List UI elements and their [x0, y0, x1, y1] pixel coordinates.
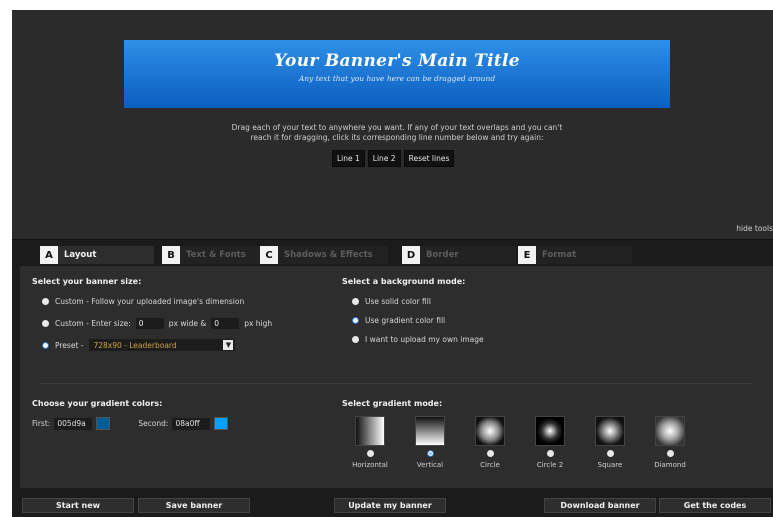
size-option-custom-enter[interactable]: Custom - Enter size: 0 px wide & 0 px hi… — [42, 318, 272, 329]
tab-border[interactable]: D Border — [402, 244, 516, 266]
tab-bar: A Layout B Text & Fonts C Shadows & Effe… — [40, 244, 760, 266]
radio-gradient[interactable] — [352, 317, 359, 324]
radio-solid[interactable] — [352, 298, 359, 305]
size-option-preset[interactable]: Preset - 728x90 - Leaderboard ▼ — [42, 339, 236, 351]
tab-format[interactable]: E Format — [518, 244, 632, 266]
banner-subtitle-text[interactable]: Any text that you have here can be dragg… — [124, 74, 670, 83]
first-color-swatch[interactable] — [96, 417, 111, 430]
gradient-mode-label: Vertical — [416, 461, 444, 469]
banner-size-title: Select your banner size: — [32, 277, 142, 286]
preset-select-value: 728x90 - Leaderboard — [93, 340, 177, 350]
radio-circle[interactable] — [486, 450, 494, 457]
layout-panel: Select your banner size: Custom - Follow… — [20, 266, 773, 488]
width-input[interactable]: 0 — [135, 318, 164, 329]
tab-label-border: Border — [420, 246, 516, 264]
second-color-swatch[interactable] — [214, 417, 229, 430]
gradient-mode-title: Select gradient mode: — [342, 399, 443, 408]
download-banner-button[interactable]: Download banner — [544, 498, 656, 513]
background-mode-title: Select a background mode: — [342, 277, 466, 286]
gradient-mode-vertical[interactable]: Vertical — [400, 416, 460, 469]
line-1-button[interactable]: Line 1 — [332, 150, 365, 167]
vertical-gradient-preview — [415, 416, 445, 446]
preview-area: Your Banner's Main Title Any text that y… — [12, 10, 773, 240]
tab-shadows-effects[interactable]: C Shadows & Effects — [260, 244, 388, 266]
gradient-mode-diamond[interactable]: Diamond — [640, 416, 700, 469]
gradient-mode-label: Horizontal — [352, 461, 388, 469]
chevron-down-icon[interactable]: ▼ — [223, 340, 234, 350]
radio-horizontal[interactable] — [366, 450, 374, 457]
hide-tools-link[interactable]: hide tools — [736, 224, 773, 233]
background-option-solid-label: Use solid color fill — [365, 297, 431, 306]
background-option-gradient-label: Use gradient color fill — [365, 316, 446, 325]
circle-gradient-preview — [475, 416, 505, 446]
tab-layout[interactable]: A Layout — [40, 244, 154, 266]
background-option-gradient[interactable]: Use gradient color fill — [352, 316, 445, 325]
background-option-upload[interactable]: I want to upload my own image — [352, 335, 484, 344]
tab-letter-c: C — [260, 246, 278, 264]
line-2-button[interactable]: Line 2 — [367, 150, 401, 167]
radio-square[interactable] — [606, 450, 614, 457]
gradient-mode-square[interactable]: Square — [580, 416, 640, 469]
start-new-button[interactable]: Start new — [22, 498, 134, 513]
px-high-label: px high — [244, 319, 273, 328]
tab-letter-b: B — [162, 246, 180, 264]
tab-text-fonts[interactable]: B Text & Fonts — [162, 244, 276, 266]
size-option-custom-image[interactable]: Custom - Follow your uploaded image's di… — [42, 297, 244, 306]
gradient-mode-circle-2[interactable]: Circle 2 — [520, 416, 580, 469]
gradient-colors-title: Choose your gradient colors: — [32, 399, 163, 408]
circle-2-gradient-preview — [535, 416, 565, 446]
gradient-mode-horizontal[interactable]: Horizontal — [340, 416, 400, 469]
first-color-input[interactable]: 005d9a — [54, 417, 93, 430]
banner-title-text[interactable]: Your Banner's Main Title — [124, 51, 670, 71]
background-option-upload-label: I want to upload my own image — [365, 335, 484, 344]
second-color-input[interactable]: 08a0ff — [172, 417, 211, 430]
size-option-preset-label: Preset - — [55, 340, 84, 350]
instructions-line-1: Drag each of your text to anywhere you w… — [231, 123, 563, 132]
tab-letter-e: E — [518, 246, 536, 264]
px-wide-label: px wide & — [168, 319, 207, 328]
gradient-color-row: First: 005d9a Second: 08a0ff — [32, 417, 229, 430]
horizontal-gradient-preview — [355, 416, 385, 446]
reset-lines-button[interactable]: Reset lines — [403, 150, 455, 167]
second-color-label: Second: — [138, 419, 169, 428]
banner-maker-app: Your Banner's Main Title Any text that y… — [12, 10, 773, 517]
save-banner-button[interactable]: Save banner — [138, 498, 250, 513]
preset-select[interactable]: 728x90 - Leaderboard ▼ — [89, 339, 236, 351]
square-gradient-preview — [595, 416, 625, 446]
radio-upload[interactable] — [352, 336, 359, 343]
gradient-mode-label: Circle 2 — [536, 461, 564, 469]
tab-label-layout: Layout — [58, 246, 154, 264]
line-buttons: Line 1 Line 2 Reset lines — [332, 150, 455, 167]
background-option-solid[interactable]: Use solid color fill — [352, 297, 431, 306]
tab-label-shadows-effects: Shadows & Effects — [278, 246, 388, 264]
radio-diamond[interactable] — [666, 450, 674, 457]
size-option-custom-image-label: Custom - Follow your uploaded image's di… — [55, 297, 245, 306]
radio-circle-2[interactable] — [546, 450, 554, 457]
tab-letter-a: A — [40, 246, 58, 264]
radio-vertical[interactable] — [426, 450, 434, 457]
gradient-mode-circle[interactable]: Circle — [460, 416, 520, 469]
size-option-custom-enter-label: Custom - Enter size: — [55, 319, 131, 328]
gradient-mode-label: Square — [597, 461, 623, 469]
banner-preview[interactable]: Your Banner's Main Title Any text that y… — [124, 40, 670, 108]
instructions-line-2: reach it for dragging, click its corresp… — [250, 133, 544, 142]
tab-letter-d: D — [402, 246, 420, 264]
gradient-mode-label: Diamond — [654, 461, 686, 469]
section-divider — [40, 383, 752, 384]
bottom-toolbar: Start new Save banner Update my banner D… — [12, 494, 773, 517]
update-banner-button[interactable]: Update my banner — [334, 498, 446, 513]
diamond-gradient-preview — [655, 416, 685, 446]
height-input[interactable]: 0 — [211, 318, 240, 329]
radio-preset[interactable] — [42, 341, 49, 349]
radio-custom-image[interactable] — [42, 298, 49, 305]
gradient-mode-label: Circle — [480, 461, 500, 469]
drag-instructions: Drag each of your text to anywhere you w… — [162, 123, 632, 143]
first-color-label: First: — [32, 419, 51, 428]
tab-label-format: Format — [536, 246, 632, 264]
get-codes-button[interactable]: Get the codes — [659, 498, 771, 513]
radio-custom-enter[interactable] — [42, 320, 49, 327]
